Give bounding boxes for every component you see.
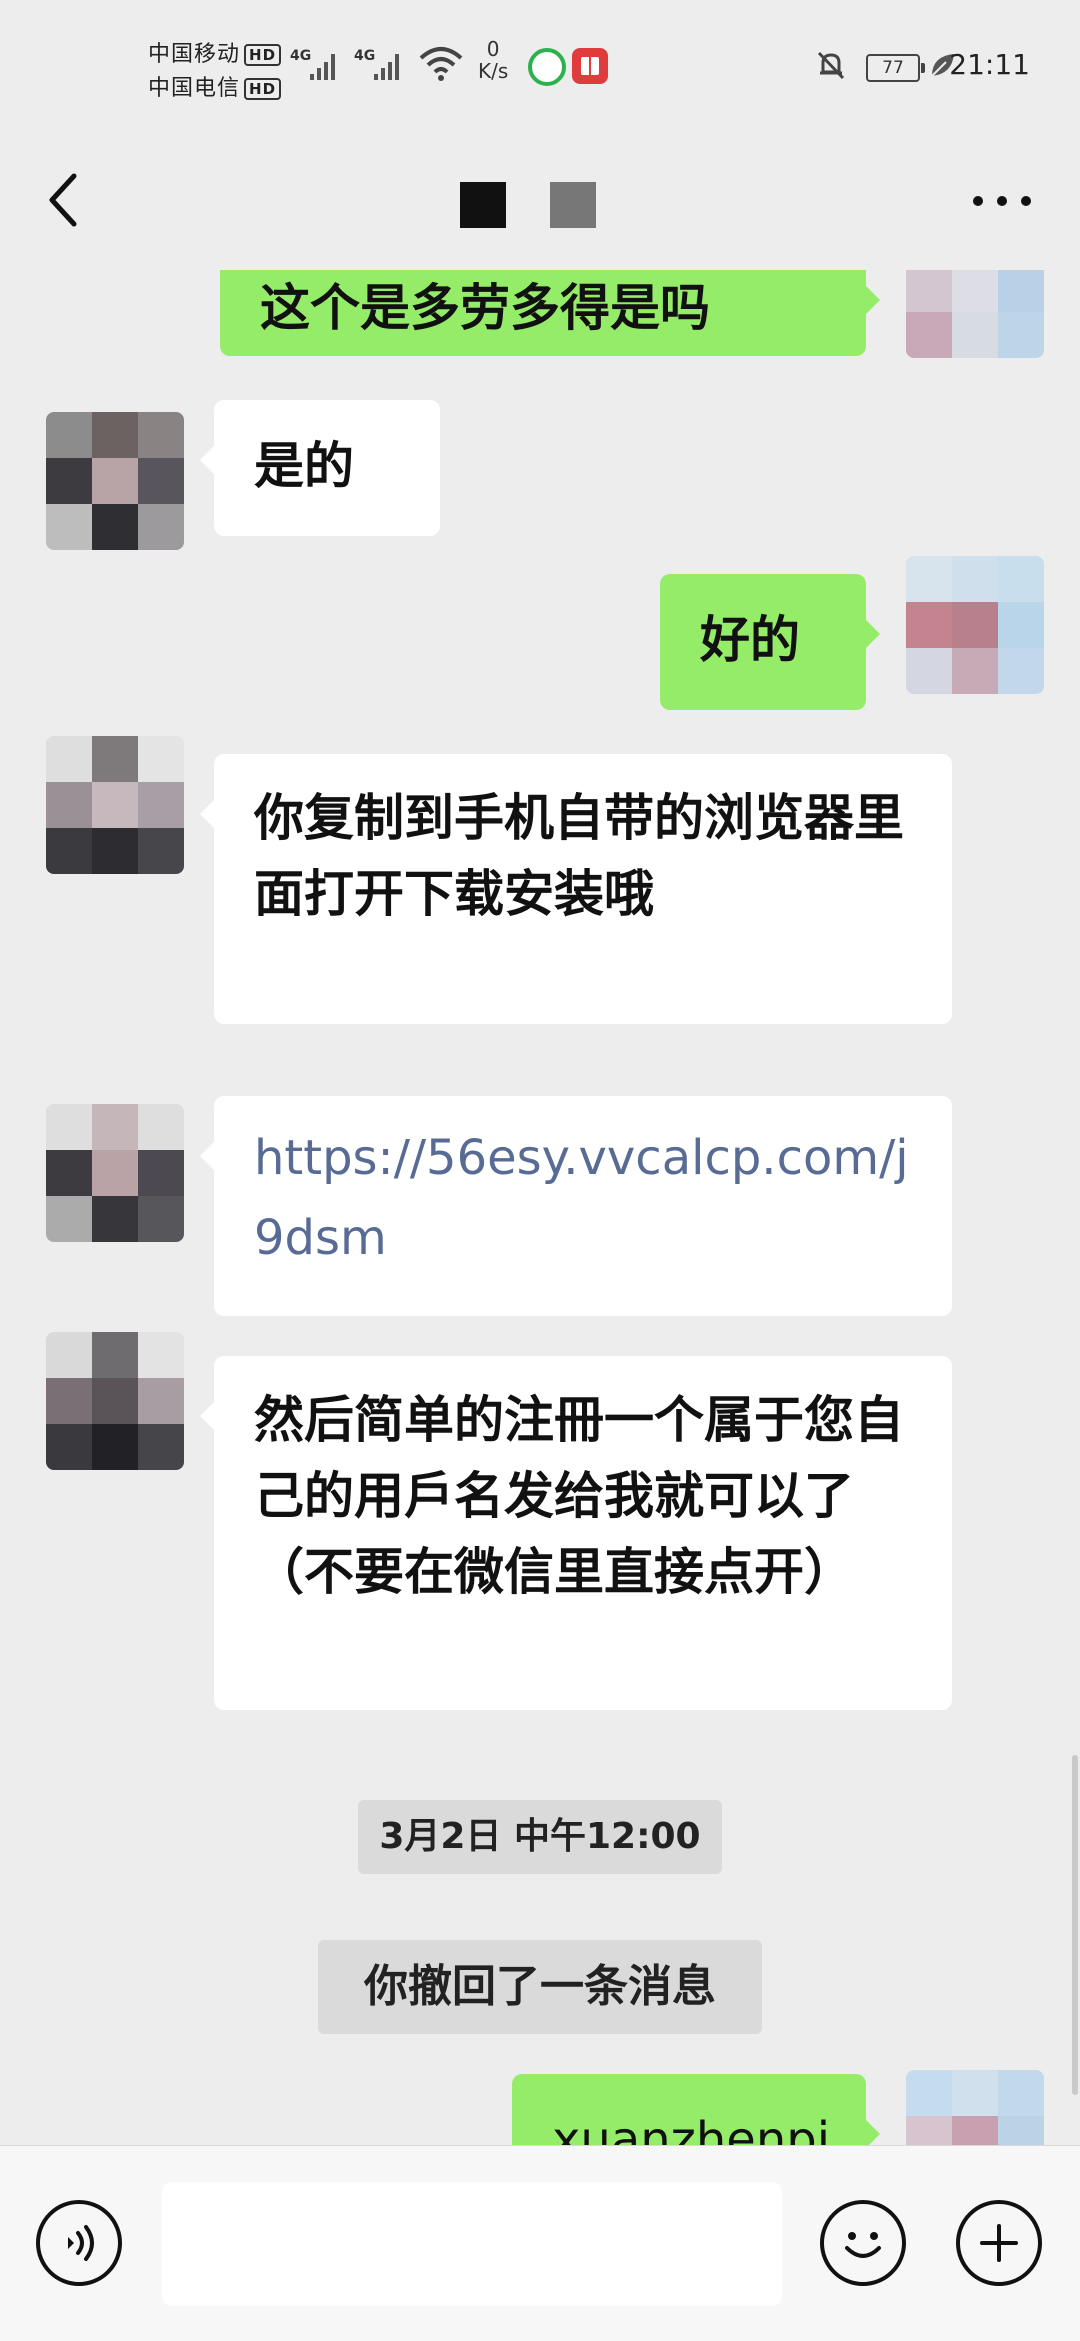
redacted-block	[460, 182, 506, 228]
message-bubble-sent[interactable]: xuanzhenpi	[512, 2074, 880, 2145]
self-avatar[interactable]	[906, 2070, 1044, 2145]
net-speed: 0 K/s	[478, 37, 509, 83]
back-button[interactable]	[40, 160, 100, 240]
voice-button[interactable]	[36, 2200, 122, 2286]
emoji-button[interactable]	[820, 2200, 906, 2286]
plus-icon	[980, 2224, 1018, 2262]
timestamp-label: 3月2日 中午12:00	[358, 1800, 722, 1874]
message-list[interactable]: 这个是多劳多得是吗 是的 好的 你复制到手机自带的浏览器里面打开下载安装哦 ht…	[0, 270, 1080, 2145]
scrollbar[interactable]	[1072, 1755, 1078, 2095]
chat-header	[0, 130, 1080, 270]
redacted-block	[550, 182, 596, 228]
self-avatar[interactable]	[906, 556, 1044, 694]
message-bubble-sent[interactable]: 好的	[660, 574, 880, 710]
contact-avatar[interactable]	[46, 1104, 184, 1242]
contact-avatar[interactable]	[46, 412, 184, 550]
app-notification-book-icon	[572, 48, 608, 84]
more-functions-button[interactable]	[956, 2200, 1042, 2286]
self-avatar[interactable]	[906, 270, 1044, 358]
carrier-1: 中国移动 HD	[148, 36, 282, 68]
back-chevron-icon	[49, 173, 77, 227]
message-bubble-received[interactable]: 是的	[200, 400, 440, 536]
svg-text:4G: 4G	[354, 48, 375, 64]
contact-avatar[interactable]	[46, 736, 184, 874]
message-link[interactable]: https://56esy.vvcalcp.com/j9dsm	[254, 1130, 909, 1266]
battery-icon: 77	[866, 54, 925, 82]
wifi-icon	[418, 46, 464, 86]
message-bubble-sent[interactable]: 这个是多劳多得是吗	[220, 270, 880, 356]
emoji-icon	[845, 2232, 881, 2258]
signal-2-icon: 4G	[354, 44, 410, 88]
message-bubble-received[interactable]: 你复制到手机自带的浏览器里面打开下载安装哦	[200, 754, 952, 1024]
status-bar: 中国移动 HD 中国电信 HD 4G 4G 0 K/s 77 21:11	[0, 0, 1080, 130]
message-input[interactable]	[162, 2182, 782, 2306]
carrier-2: 中国电信 HD	[148, 70, 282, 102]
clock: 21:11	[949, 48, 1030, 81]
signal-1-icon: 4G	[290, 44, 346, 88]
app-notification-icon	[528, 48, 566, 86]
more-button[interactable]	[962, 176, 1042, 226]
mute-bell-icon	[814, 48, 848, 86]
more-dots-icon	[973, 196, 1031, 206]
voice-icon	[68, 2225, 94, 2261]
contact-avatar[interactable]	[46, 1332, 184, 1470]
input-bar	[0, 2145, 1080, 2341]
recalled-message-notice: 你撤回了一条消息	[318, 1940, 762, 2034]
svg-text:4G: 4G	[290, 48, 311, 64]
message-bubble-received[interactable]: 然后简单的注冊一个属于您自己的用戶名发给我就可以了（不要在微信里直接点开）	[200, 1356, 952, 1710]
link-message-bubble[interactable]: https://56esy.vvcalcp.com/j9dsm	[200, 1096, 952, 1316]
